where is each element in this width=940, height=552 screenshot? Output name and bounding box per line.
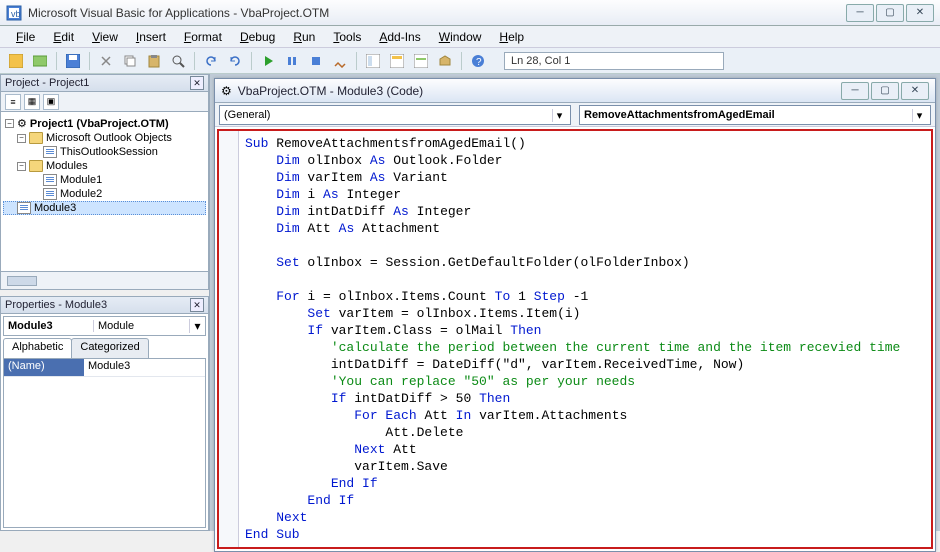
margin-indicator-bar: [219, 131, 239, 547]
tree-group-outlook-objects[interactable]: −Microsoft Outlook Objects: [3, 131, 206, 145]
undo-icon[interactable]: [201, 51, 221, 71]
paste-icon[interactable]: [144, 51, 164, 71]
view-code-icon[interactable]: ≡: [5, 94, 21, 110]
code-text[interactable]: Sub RemoveAttachmentsfromAgedEmail() Dim…: [239, 131, 931, 547]
child-maximize-button[interactable]: ▢: [871, 82, 899, 100]
svg-text:vb: vb: [11, 9, 21, 19]
help-icon[interactable]: ?: [468, 51, 488, 71]
module-icon: [17, 202, 31, 214]
view-object-icon[interactable]: ▦: [24, 94, 40, 110]
folder-icon: [29, 160, 43, 172]
toolbar: ? Ln 28, Col 1: [0, 48, 940, 74]
redo-icon[interactable]: [225, 51, 245, 71]
object-combobox[interactable]: (General)▾: [219, 105, 571, 125]
chevron-down-icon: ▾: [912, 109, 926, 122]
code-editor[interactable]: Sub RemoveAttachmentsfromAgedEmail() Dim…: [217, 129, 933, 549]
project-tree-scrollbar[interactable]: [0, 272, 209, 290]
dropdown-icon[interactable]: ▾: [189, 319, 205, 333]
menu-insert[interactable]: Insert: [128, 28, 174, 46]
properties-panel-header: Properties - Module3 ✕: [0, 296, 209, 314]
cursor-position-box: Ln 28, Col 1: [504, 52, 724, 70]
tab-categorized[interactable]: Categorized: [71, 338, 148, 358]
object-icon: [43, 146, 57, 158]
child-close-button[interactable]: ✕: [901, 82, 929, 100]
design-mode-icon[interactable]: [330, 51, 350, 71]
tree-item-module2[interactable]: Module2: [3, 187, 206, 201]
toolbox-icon[interactable]: [435, 51, 455, 71]
window-titlebar: vb Microsoft Visual Basic for Applicatio…: [0, 0, 940, 26]
menu-edit[interactable]: Edit: [45, 28, 82, 46]
menu-file[interactable]: File: [8, 28, 43, 46]
menu-debug[interactable]: Debug: [232, 28, 283, 46]
project-panel-close-icon[interactable]: ✕: [190, 76, 204, 90]
close-button[interactable]: ✕: [906, 4, 934, 22]
properties-panel-close-icon[interactable]: ✕: [190, 298, 204, 312]
menu-help[interactable]: Help: [491, 28, 532, 46]
module-icon: [43, 174, 57, 186]
menu-view[interactable]: View: [84, 28, 126, 46]
minimize-button[interactable]: ─: [846, 4, 874, 22]
app-icon: vb: [6, 5, 22, 21]
menu-add-ins[interactable]: Add-Ins: [371, 28, 428, 46]
insert-module-icon[interactable]: [30, 51, 50, 71]
maximize-button[interactable]: ▢: [876, 4, 904, 22]
tree-item-module3[interactable]: Module3: [3, 201, 206, 215]
find-icon[interactable]: [168, 51, 188, 71]
properties-panel-title: Properties - Module3: [5, 299, 107, 311]
menu-window[interactable]: Window: [431, 28, 490, 46]
run-icon[interactable]: [258, 51, 278, 71]
code-window: ⚙ VbaProject.OTM - Module3 (Code) ─ ▢ ✕ …: [214, 78, 936, 552]
tree-item-thisoutlooksession[interactable]: ThisOutlookSession: [3, 145, 206, 159]
child-minimize-button[interactable]: ─: [841, 82, 869, 100]
project-explorer-icon[interactable]: [363, 51, 383, 71]
window-title: Microsoft Visual Basic for Applications …: [28, 6, 846, 20]
procedure-combobox[interactable]: RemoveAttachmentsfromAgedEmail▾: [579, 105, 931, 125]
tree-item-module1[interactable]: Module1: [3, 173, 206, 187]
property-row: (Name) Module3: [4, 359, 205, 377]
code-window-title: VbaProject.OTM - Module3 (Code): [238, 84, 841, 98]
mdi-client-area: ⚙ VbaProject.OTM - Module3 (Code) ─ ▢ ✕ …: [210, 74, 940, 531]
view-outlook-icon[interactable]: [6, 51, 26, 71]
copy-icon[interactable]: [120, 51, 140, 71]
properties-grid[interactable]: (Name) Module3: [3, 358, 206, 528]
tree-group-modules[interactable]: −Modules: [3, 159, 206, 173]
cut-icon[interactable]: [96, 51, 116, 71]
folder-icon: [29, 132, 43, 144]
reset-icon[interactable]: [306, 51, 326, 71]
project-panel-header: Project - Project1 ✕: [0, 74, 209, 92]
vba-module-icon: ⚙: [221, 84, 232, 98]
menu-tools[interactable]: Tools: [325, 28, 369, 46]
toggle-folders-icon[interactable]: ▣: [43, 94, 59, 110]
save-icon[interactable]: [63, 51, 83, 71]
menu-run[interactable]: Run: [285, 28, 323, 46]
chevron-down-icon: ▾: [552, 109, 566, 122]
break-icon[interactable]: [282, 51, 302, 71]
object-browser-icon[interactable]: [411, 51, 431, 71]
project-panel-title: Project - Project1: [5, 77, 89, 89]
project-panel-toolbar: ≡ ▦ ▣: [0, 92, 209, 112]
properties-object-selector[interactable]: Module3 Module ▾: [3, 316, 206, 336]
tree-root[interactable]: −⚙Project1 (VbaProject.OTM): [3, 116, 206, 131]
menubar: FileEditViewInsertFormatDebugRunToolsAdd…: [0, 26, 940, 48]
properties-window-icon[interactable]: [387, 51, 407, 71]
tab-alphabetic[interactable]: Alphabetic: [3, 338, 72, 358]
svg-text:?: ?: [476, 57, 482, 68]
project-tree[interactable]: −⚙Project1 (VbaProject.OTM) −Microsoft O…: [0, 112, 209, 272]
menu-format[interactable]: Format: [176, 28, 230, 46]
vba-project-icon: ⚙: [17, 117, 27, 130]
module-icon: [43, 188, 57, 200]
